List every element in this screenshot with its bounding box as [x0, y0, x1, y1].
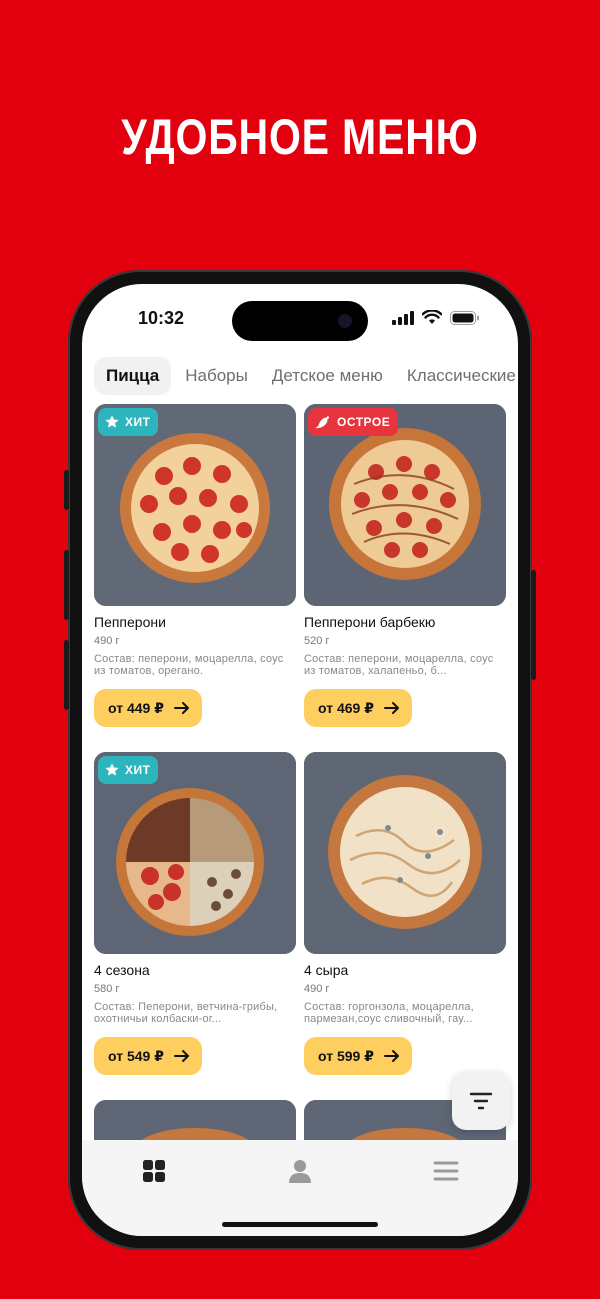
- product-card-pepperoni-bbq[interactable]: ОСТРОЕ Пепперони барбекю 520 г Состав: п…: [304, 404, 506, 727]
- chili-pepper-icon: [315, 416, 329, 429]
- tab-profile[interactable]: [280, 1156, 320, 1186]
- price-label: от 549 ₽: [108, 1047, 164, 1064]
- product-name: Пепперони барбекю: [304, 614, 436, 630]
- pizza-image: ХИТ: [94, 404, 296, 606]
- product-card-4-seasons[interactable]: ХИТ 4 сезона 580 г Состав: Пеперони, вет…: [94, 752, 296, 1075]
- product-weight: 580 г: [94, 983, 120, 995]
- star-icon: [105, 763, 119, 776]
- grid-icon: [143, 1160, 165, 1182]
- menu-icon: [433, 1161, 459, 1181]
- price-label: от 469 ₽: [318, 699, 374, 716]
- product-card-4-cheese[interactable]: 4 сыра 490 г Состав: горгонзола, моцарел…: [304, 752, 506, 1075]
- pizza-image: ХИТ: [94, 752, 296, 954]
- product-weight: 520 г: [304, 635, 330, 647]
- mute-switch: [64, 470, 69, 510]
- arrow-right-icon: [383, 1050, 399, 1062]
- profile-icon: [289, 1160, 311, 1183]
- product-name: Пепперони: [94, 614, 166, 630]
- price-button[interactable]: от 549 ₽: [94, 1037, 202, 1075]
- product-description: Состав: Пеперони, ветчина-грибы, охотнич…: [94, 1001, 278, 1025]
- product-weight: 490 г: [94, 635, 120, 647]
- badge-label: ХИТ: [125, 763, 151, 777]
- badge-label: ХИТ: [125, 415, 151, 429]
- product-description: Состав: пеперони, моцарелла, соус из том…: [94, 653, 284, 677]
- spicy-badge: ОСТРОЕ: [308, 408, 399, 436]
- arrow-right-icon: [173, 1050, 189, 1062]
- status-bar: 10:32: [82, 284, 518, 356]
- product-card-pepperoni[interactable]: ХИТ Пепперони 490 г Состав: пеперони, мо…: [94, 404, 296, 727]
- price-button[interactable]: от 599 ₽: [304, 1037, 412, 1075]
- price-label: от 599 ₽: [318, 1047, 374, 1064]
- tab-more[interactable]: [426, 1156, 466, 1186]
- product-name: 4 сыра: [304, 962, 349, 978]
- tab-kids-menu[interactable]: Детское меню: [260, 357, 395, 395]
- tab-pizza[interactable]: Пицца: [94, 357, 172, 395]
- tab-menu-grid[interactable]: [134, 1156, 174, 1186]
- arrow-right-icon: [383, 702, 399, 714]
- product-weight: 490 г: [304, 983, 330, 995]
- filter-icon: [469, 1092, 493, 1110]
- price-button[interactable]: от 449 ₽: [94, 689, 202, 727]
- pizza-image: [304, 752, 506, 954]
- wifi-icon: [422, 310, 442, 324]
- product-name: 4 сезона: [94, 962, 150, 978]
- home-indicator: [222, 1222, 378, 1227]
- badge-label: ОСТРОЕ: [337, 415, 391, 429]
- pizza-image: ОСТРОЕ: [304, 404, 506, 606]
- hit-badge: ХИТ: [98, 756, 159, 784]
- tab-classic[interactable]: Классические р: [395, 357, 518, 395]
- volume-down-button: [64, 640, 69, 710]
- status-time: 10:32: [138, 308, 185, 328]
- volume-up-button: [64, 550, 69, 620]
- signal-icon: [392, 310, 414, 325]
- status-icons: [392, 310, 480, 325]
- promo-headline: УДОБНОЕ МЕНЮ: [121, 109, 479, 165]
- tab-sets[interactable]: Наборы: [173, 357, 260, 395]
- product-description: Состав: пеперони, моцарелла, соус из том…: [304, 653, 494, 677]
- category-tabs: Пицца Наборы Детское меню Классические р: [94, 356, 518, 396]
- power-button: [531, 570, 536, 680]
- phone-frame: 10:32 Пицца Наборы Детское меню Классиче…: [64, 270, 536, 1250]
- star-icon: [105, 415, 119, 428]
- filter-button[interactable]: [452, 1072, 510, 1130]
- arrow-right-icon: [173, 702, 189, 714]
- product-description: Состав: горгонзола, моцарелла, пармезан,…: [304, 1001, 474, 1025]
- price-label: от 449 ₽: [108, 699, 164, 716]
- app-screen: 10:32 Пицца Наборы Детское меню Классиче…: [82, 284, 518, 1236]
- hit-badge: ХИТ: [98, 408, 159, 436]
- dynamic-island: [232, 301, 368, 341]
- price-button[interactable]: от 469 ₽: [304, 689, 412, 727]
- battery-icon: [450, 310, 479, 325]
